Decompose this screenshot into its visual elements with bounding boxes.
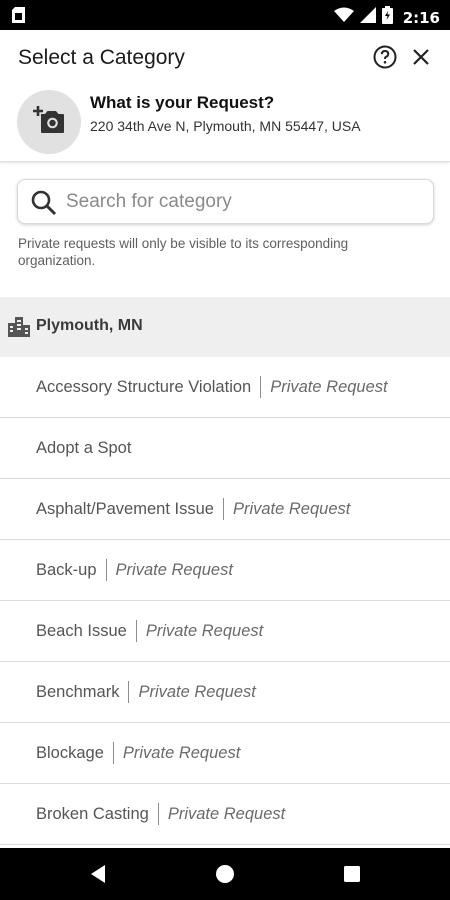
divider [135,620,137,642]
add-photo-button[interactable] [17,90,81,154]
private-request-tag: Private Request [270,377,388,396]
category-label: Beach Issue [36,621,127,640]
help-circle-icon[interactable] [372,44,398,70]
divider [157,803,159,825]
divider [112,742,114,764]
list-item[interactable]: Accessory Structure Violation Private Re… [0,357,450,418]
home-icon[interactable] [195,848,255,900]
category-label: Adopt a Spot [36,438,132,457]
private-request-note: Private requests will only be visible to… [18,236,349,268]
category-label: Benchmark [36,682,120,701]
organization-name: Plymouth, MN [36,317,143,334]
private-request-tag: Private Request [115,560,233,579]
close-icon[interactable] [408,44,434,70]
back-icon[interactable] [68,848,128,900]
private-request-tag: Private Request [145,621,264,640]
divider [260,376,262,398]
category-label: Blockage [36,743,104,762]
search-input[interactable] [66,180,426,223]
private-request-tag: Private Request [138,682,256,701]
organization-header: Plymouth, MN [0,297,450,357]
private-request-tag: Private Request [167,804,286,823]
signal-icon [359,7,376,28]
page-title: Select a Category [18,46,185,69]
list-item[interactable]: Adopt a Spot [0,418,450,479]
search-icon [30,189,58,222]
category-header: Select a Category What is your Request? … [0,30,450,162]
private-request-tag: Private Request [232,499,351,518]
city-buildings-icon [8,317,30,342]
list-item[interactable]: Asphalt/Pavement Issue Private Request [0,479,450,540]
request-title: What is your Request? [90,93,275,112]
category-label: Broken Casting [36,804,149,823]
search-box [17,179,434,224]
list-item[interactable]: Blockage Private Request [0,723,450,784]
list-item[interactable]: Benchmark Private Request [0,662,450,723]
list-item[interactable]: Beach Issue Private Request [0,601,450,662]
divider [128,681,130,703]
navigation-bar [0,848,450,900]
divider [222,498,224,520]
category-label: Asphalt/Pavement Issue [36,499,214,518]
recents-icon[interactable] [322,848,382,900]
list-item[interactable]: Back-up Private Request [0,540,450,601]
request-address: 220 34th Ave N, Plymouth, MN 55447, USA [90,118,361,134]
private-request-tag: Private Request [122,743,241,762]
sim-card-icon [12,7,25,28]
divider [105,559,107,581]
list-item[interactable]: Broken Casting Private Request [0,784,450,845]
clock-time: 2:16 [402,8,440,27]
add-photo-icon [32,105,66,140]
battery-icon [381,6,393,29]
category-list: Accessory Structure Violation Private Re… [0,357,450,845]
status-bar: 2:16 [0,0,450,30]
wifi-icon [333,7,354,28]
category-label: Accessory Structure Violation [36,377,252,396]
category-label: Back-up [36,560,97,579]
